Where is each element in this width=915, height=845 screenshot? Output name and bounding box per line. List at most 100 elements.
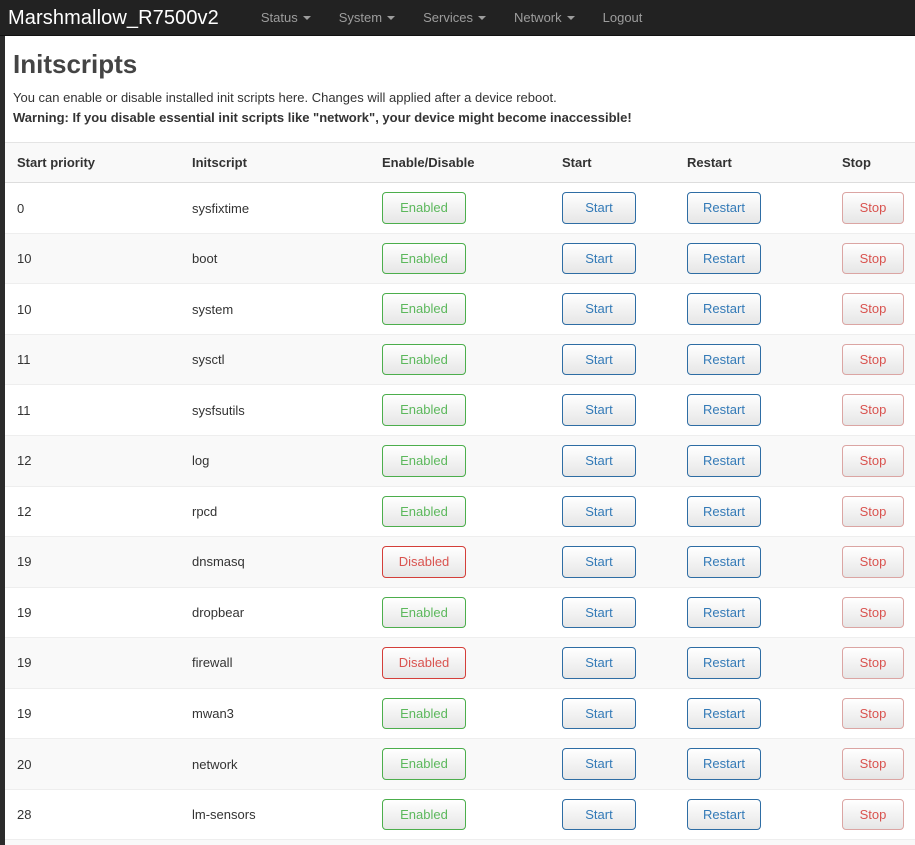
cell-restart: Restart [675, 738, 830, 790]
enabled-toggle-button[interactable]: Enabled [382, 596, 466, 629]
start-button[interactable]: Start [562, 697, 636, 730]
cell-restart: Restart [675, 688, 830, 740]
restart-button[interactable]: Restart [687, 647, 761, 679]
cell-start: Start [550, 233, 675, 285]
start-button[interactable]: Start [562, 192, 636, 224]
page-title: Initscripts [13, 49, 138, 79]
stop-button[interactable]: Stop [842, 192, 904, 224]
cell-stop: Stop [830, 789, 915, 841]
enabled-toggle-button[interactable]: Enabled [382, 242, 466, 275]
start-button[interactable]: Start [562, 343, 636, 376]
column-header-toggle: Enable/Disable [370, 142, 550, 184]
nav-item-services[interactable]: Services [409, 0, 500, 36]
restart-button[interactable]: Restart [687, 596, 761, 629]
cell-initscript-name: dropbear [180, 587, 370, 639]
cell-enable-disable: Enabled [370, 384, 550, 437]
start-button[interactable]: Start [562, 242, 636, 275]
cell-start-priority: 35 [5, 839, 180, 845]
enabled-toggle-button[interactable]: Enabled [382, 495, 466, 528]
nav-item-system[interactable]: System [325, 0, 409, 36]
cell-restart: Restart [675, 536, 830, 588]
navbar-brand[interactable]: Marshmallow_R7500v2 [8, 0, 227, 36]
chevron-down-icon [302, 15, 311, 20]
start-button[interactable]: Start [562, 748, 636, 780]
cell-start: Start [550, 789, 675, 841]
restart-button[interactable]: Restart [687, 546, 761, 578]
enabled-toggle-button[interactable]: Enabled [382, 343, 466, 376]
disabled-toggle-button[interactable]: Disabled [382, 647, 466, 679]
stop-button[interactable]: Stop [842, 798, 904, 831]
restart-button[interactable]: Restart [687, 192, 761, 224]
cell-start-priority: 12 [5, 435, 180, 487]
stop-button[interactable]: Stop [842, 647, 904, 679]
cell-restart: Restart [675, 283, 830, 335]
table-row: 19 dropbear Enabled Start Restart Stop [5, 587, 915, 639]
table-row: 19 mwan3 Enabled Start Restart Stop [5, 688, 915, 740]
stop-button[interactable]: Stop [842, 394, 904, 427]
restart-button[interactable]: Restart [687, 394, 761, 427]
cell-start-priority: 12 [5, 486, 180, 538]
table-row: 20 network Enabled Start Restart Stop [5, 738, 915, 790]
cell-start: Start [550, 435, 675, 487]
restart-button[interactable]: Restart [687, 697, 761, 730]
enabled-toggle-button[interactable]: Enabled [382, 748, 466, 780]
cell-enable-disable: Enabled [370, 789, 550, 841]
restart-button[interactable]: Restart [687, 495, 761, 528]
cell-enable-disable: Enabled [370, 233, 550, 285]
cell-initscript-name: sysfixtime [180, 182, 370, 234]
cell-start: Start [550, 738, 675, 790]
restart-button[interactable]: Restart [687, 242, 761, 275]
cell-restart: Restart [675, 334, 830, 386]
start-button[interactable]: Start [562, 647, 636, 679]
stop-button[interactable]: Stop [842, 596, 904, 629]
stop-button[interactable]: Stop [842, 343, 904, 376]
chevron-down-icon [387, 15, 396, 20]
cell-start-priority: 10 [5, 283, 180, 335]
enabled-toggle-button[interactable]: Enabled [382, 798, 466, 831]
table-row: 10 system Enabled Start Restart Stop [5, 283, 915, 335]
cell-start-priority: 19 [5, 536, 180, 588]
cell-start-priority: 19 [5, 688, 180, 740]
enabled-toggle-button[interactable]: Enabled [382, 192, 466, 224]
cell-initscript-name: sysfsutils [180, 384, 370, 437]
enabled-toggle-button[interactable]: Enabled [382, 445, 466, 477]
start-button[interactable]: Start [562, 546, 636, 578]
start-button[interactable]: Start [562, 293, 636, 325]
restart-button[interactable]: Restart [687, 445, 761, 477]
restart-button[interactable]: Restart [687, 343, 761, 376]
stop-button[interactable]: Stop [842, 495, 904, 528]
restart-button[interactable]: Restart [687, 798, 761, 831]
enabled-toggle-button[interactable]: Enabled [382, 697, 466, 730]
cell-start-priority: 11 [5, 334, 180, 386]
stop-button[interactable]: Stop [842, 242, 904, 275]
restart-button[interactable]: Restart [687, 293, 761, 325]
nav-item-network[interactable]: Network [500, 0, 589, 36]
cell-start: Start [550, 283, 675, 335]
start-button[interactable]: Start [562, 798, 636, 831]
nav-item-label: Network [513, 9, 562, 25]
stop-button[interactable]: Stop [842, 748, 904, 780]
stop-button[interactable]: Stop [842, 293, 904, 325]
stop-button[interactable]: Stop [842, 697, 904, 730]
initscripts-table: Start priority Initscript Enable/Disable… [5, 142, 915, 845]
cell-enable-disable: Enabled [370, 486, 550, 538]
enabled-toggle-button[interactable]: Enabled [382, 394, 466, 427]
page-warning: Warning: If you disable essential init s… [13, 110, 632, 126]
stop-button[interactable]: Stop [842, 546, 904, 578]
start-button[interactable]: Start [562, 445, 636, 477]
start-button[interactable]: Start [562, 394, 636, 427]
cell-initscript-name: lm-sensors [180, 789, 370, 841]
nav-item-status[interactable]: Status [247, 0, 325, 36]
cell-start-priority: 0 [5, 182, 180, 234]
stop-button[interactable]: Stop [842, 445, 904, 477]
restart-button[interactable]: Restart [687, 748, 761, 780]
chevron-down-icon [566, 15, 575, 20]
cell-stop: Stop [830, 435, 915, 487]
cell-enable-disable: Enabled [370, 182, 550, 234]
cell-restart: Restart [675, 435, 830, 487]
start-button[interactable]: Start [562, 596, 636, 629]
nav-item-logout[interactable]: Logout [589, 0, 657, 36]
enabled-toggle-button[interactable]: Enabled [382, 293, 466, 325]
start-button[interactable]: Start [562, 495, 636, 528]
disabled-toggle-button[interactable]: Disabled [382, 546, 466, 578]
